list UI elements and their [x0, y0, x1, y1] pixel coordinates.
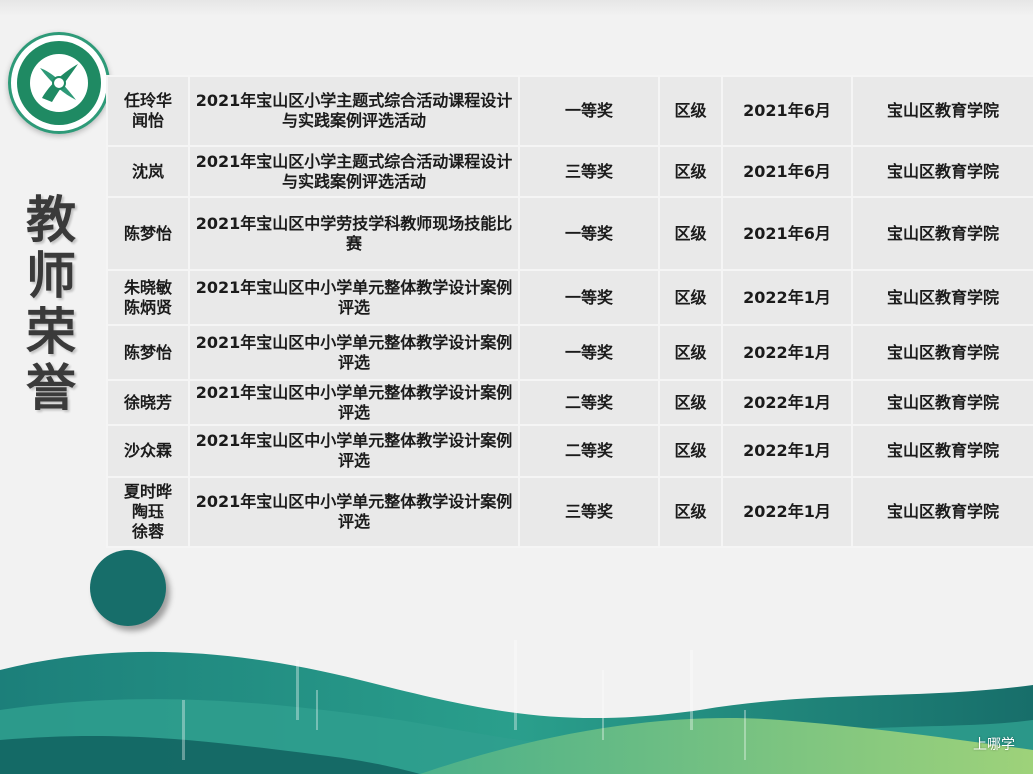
- award-level: 一等奖: [518, 75, 660, 147]
- award-issuer: 宝山区教育学院: [851, 145, 1033, 198]
- recipient-names: 陈梦怡: [106, 324, 190, 381]
- award-scope: 区级: [658, 145, 723, 198]
- award-event: 2021年宝山区中小学单元整体教学设计案例评选: [188, 324, 520, 381]
- award-issuer: 宝山区教育学院: [851, 379, 1033, 426]
- award-level: 一等奖: [518, 324, 660, 381]
- recipient-name: 沈岚: [131, 161, 164, 181]
- award-event: 2021年宝山区中小学单元整体教学设计案例评选: [188, 379, 520, 426]
- recipient-name: 朱晓敏: [123, 277, 172, 297]
- award-date: 2021年6月: [721, 75, 853, 147]
- section-title-vertical: 教 师 荣 誉: [20, 192, 82, 416]
- recipient-name: 任玲华: [123, 91, 172, 110]
- recipient-name: 徐蓉: [131, 522, 164, 541]
- recipient-names: 沙众霖: [106, 424, 190, 478]
- award-date: 2022年1月: [721, 476, 853, 548]
- award-row: 夏时晔 陶珏 徐蓉 2021年宝山区中小学单元整体教学设计案例评选 三等奖 区级 2022年…: [106, 476, 1033, 548]
- award-level: 二等奖: [518, 379, 660, 426]
- award-issuer: 宝山区教育学院: [851, 324, 1033, 381]
- award-date: 2022年1月: [721, 269, 853, 326]
- recipient-names: 陈梦怡: [106, 196, 190, 271]
- award-scope: 区级: [658, 324, 723, 381]
- award-issuer: 宝山区教育学院: [851, 476, 1033, 548]
- award-row: 徐晓芳 2021年宝山区中小学单元整体教学设计案例评选 二等奖 区级 2022年1月 宝山…: [106, 379, 1033, 426]
- award-row: 任玲华 闻怡 2021年宝山区小学主题式综合活动课程设计与实践案例评选活动 一等奖 区级…: [106, 75, 1033, 147]
- award-row: 陈梦怡 2021年宝山区中小学单元整体教学设计案例评选 一等奖 区级 2022年1月 宝山…: [106, 324, 1033, 381]
- award-row: 沙众霖 2021年宝山区中小学单元整体教学设计案例评选 二等奖 区级 2022年1月 宝山…: [106, 424, 1033, 478]
- watermark: 上哪学: [973, 737, 1015, 753]
- award-level: 二等奖: [518, 424, 660, 478]
- award-date: 2022年1月: [721, 424, 853, 478]
- award-scope: 区级: [658, 379, 723, 426]
- award-level: 一等奖: [518, 196, 660, 271]
- award-issuer: 宝山区教育学院: [851, 196, 1033, 271]
- award-date: 2021年6月: [721, 145, 853, 198]
- award-level: 三等奖: [518, 145, 660, 198]
- award-row: 朱晓敏 陈炳贤 2021年宝山区中小学单元整体教学设计案例评选 一等奖 区级 2022年1…: [106, 269, 1033, 326]
- award-date: 2022年1月: [721, 324, 853, 381]
- recipient-names: 徐晓芳: [106, 379, 190, 426]
- award-date: 2021年6月: [721, 196, 853, 271]
- award-scope: 区级: [658, 75, 723, 147]
- award-event: 2021年宝山区中小学单元整体教学设计案例评选: [188, 476, 520, 548]
- award-row: 陈梦怡 2021年宝山区中学劳技学科教师现场技能比赛 一等奖 区级 2021年6月 宝山区…: [106, 196, 1033, 271]
- award-issuer: 宝山区教育学院: [851, 75, 1033, 147]
- award-event: 2021年宝山区小学主题式综合活动课程设计与实践案例评选活动: [188, 145, 520, 198]
- top-strip: [0, 0, 1033, 16]
- award-issuer: 宝山区教育学院: [851, 269, 1033, 326]
- award-level: 三等奖: [518, 476, 660, 548]
- award-event: 2021年宝山区中小学单元整体教学设计案例评选: [188, 424, 520, 478]
- title-char: 师: [26, 246, 76, 305]
- recipient-name: 沙众霖: [123, 441, 172, 460]
- award-scope: 区级: [658, 196, 723, 271]
- award-scope: 区级: [658, 424, 723, 478]
- recipient-names: 沈岚: [106, 145, 190, 198]
- award-event: 2021年宝山区小学主题式综合活动课程设计与实践案例评选活动: [188, 75, 520, 147]
- recipient-name: 徐晓芳: [123, 392, 172, 412]
- award-scope: 区级: [658, 476, 723, 548]
- title-char: 誉: [26, 358, 76, 417]
- recipient-names: 任玲华 闻怡: [106, 75, 190, 147]
- wave-decoration: [0, 640, 1033, 774]
- logo-emblem-icon: [40, 64, 78, 102]
- title-char: 荣: [26, 302, 76, 361]
- school-logo: [8, 32, 110, 134]
- award-issuer: 宝山区教育学院: [851, 424, 1033, 478]
- recipient-name: 夏时晔: [123, 482, 172, 501]
- recipient-name: 陈梦怡: [123, 223, 172, 243]
- title-char: 教: [26, 190, 76, 249]
- award-date: 2022年1月: [721, 379, 853, 426]
- recipient-name: 陈炳贤: [123, 297, 172, 317]
- recipient-names: 朱晓敏 陈炳贤: [106, 269, 190, 326]
- award-level: 一等奖: [518, 269, 660, 326]
- recipient-name: 闻怡: [131, 111, 164, 130]
- award-event: 2021年宝山区中学劳技学科教师现场技能比赛: [188, 196, 520, 271]
- recipient-name: 陶珏: [131, 502, 164, 521]
- award-scope: 区级: [658, 269, 723, 326]
- awards-table: 任玲华 闻怡 2021年宝山区小学主题式综合活动课程设计与实践案例评选活动 一等奖 区级…: [106, 75, 1033, 548]
- award-event: 2021年宝山区中小学单元整体教学设计案例评选: [188, 269, 520, 326]
- recipient-names: 夏时晔 陶珏 徐蓉: [106, 476, 190, 548]
- award-row: 沈岚 2021年宝山区小学主题式综合活动课程设计与实践案例评选活动 三等奖 区级 202…: [106, 145, 1033, 198]
- recipient-name: 陈梦怡: [123, 342, 172, 362]
